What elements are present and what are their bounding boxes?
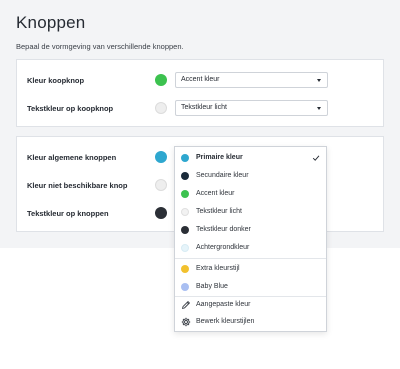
option-label: Primaire kleur [196,154,243,161]
buy-button-text-color-select[interactable]: Tekstkleur licht [175,100,328,116]
dropdown-option-background[interactable]: Achtergrondkleur [175,239,326,257]
action-label: Aangepaste kleur [196,301,251,308]
general-buttons-color-label: Kleur algemene knoppen [27,153,117,162]
buttons-text-color-swatch [155,207,167,219]
page-title: Knoppen [16,13,86,32]
color-dot [181,172,189,180]
dropdown-option-text-dark[interactable]: Tekstkleur donker [175,221,326,239]
dropdown-action-custom-color[interactable]: Aangepaste kleur [175,296,326,314]
color-dot [181,208,189,216]
action-label: Bewerk kleurstijlen [196,318,255,325]
color-dot [181,154,189,162]
dropdown-option-extra-style[interactable]: Extra kleurstijl [175,260,326,278]
buy-button-color-label: Kleur koopknop [27,76,85,85]
buy-button-color-swatch [155,74,167,86]
option-label: Achtergrondkleur [196,244,250,251]
menu-divider [175,258,326,259]
pencil-icon [182,301,190,309]
color-dropdown-menu: Primaire kleur Secundaire kleur Accent k… [174,146,327,332]
buttons-text-color-label: Tekstkleur op knoppen [27,209,109,218]
chevron-down-icon [317,107,321,110]
dropdown-action-edit-styles[interactable]: Bewerk kleurstijlen [175,313,326,331]
dropdown-option-text-light[interactable]: Tekstkleur licht [175,203,326,221]
dropdown-option-baby-blue[interactable]: Baby Blue [175,278,326,296]
chevron-down-icon [317,79,321,82]
color-dot [181,226,189,234]
unavailable-button-color-label: Kleur niet beschikbare knop [27,181,128,190]
color-dot [181,265,189,273]
color-dot [181,244,189,252]
color-dot [181,283,189,291]
page-subtitle: Bepaal de vormgeving van verschillende k… [16,42,184,51]
checkmark-icon [312,155,320,161]
dropdown-option-primary[interactable]: Primaire kleur [175,149,326,167]
buy-button-card: Kleur koopknop Accent kleur Tekstkleur o… [16,59,384,127]
dropdown-option-accent[interactable]: Accent kleur [175,185,326,203]
dropdown-option-secondary[interactable]: Secundaire kleur [175,167,326,185]
buy-button-text-color-swatch [155,102,167,114]
option-label: Extra kleurstijl [196,265,240,272]
buy-button-color-select[interactable]: Accent kleur [175,72,328,88]
buy-button-text-color-label: Tekstkleur op koopknop [27,104,114,113]
unavailable-button-color-swatch [155,179,167,191]
option-label: Baby Blue [196,283,228,290]
option-label: Secundaire kleur [196,172,249,179]
gear-icon [181,317,191,327]
option-label: Accent kleur [196,190,235,197]
general-buttons-color-swatch [155,151,167,163]
color-dot [181,190,189,198]
select-value: Accent kleur [181,76,220,83]
option-label: Tekstkleur licht [196,208,242,215]
select-value: Tekstkleur licht [181,104,227,111]
option-label: Tekstkleur donker [196,226,251,233]
